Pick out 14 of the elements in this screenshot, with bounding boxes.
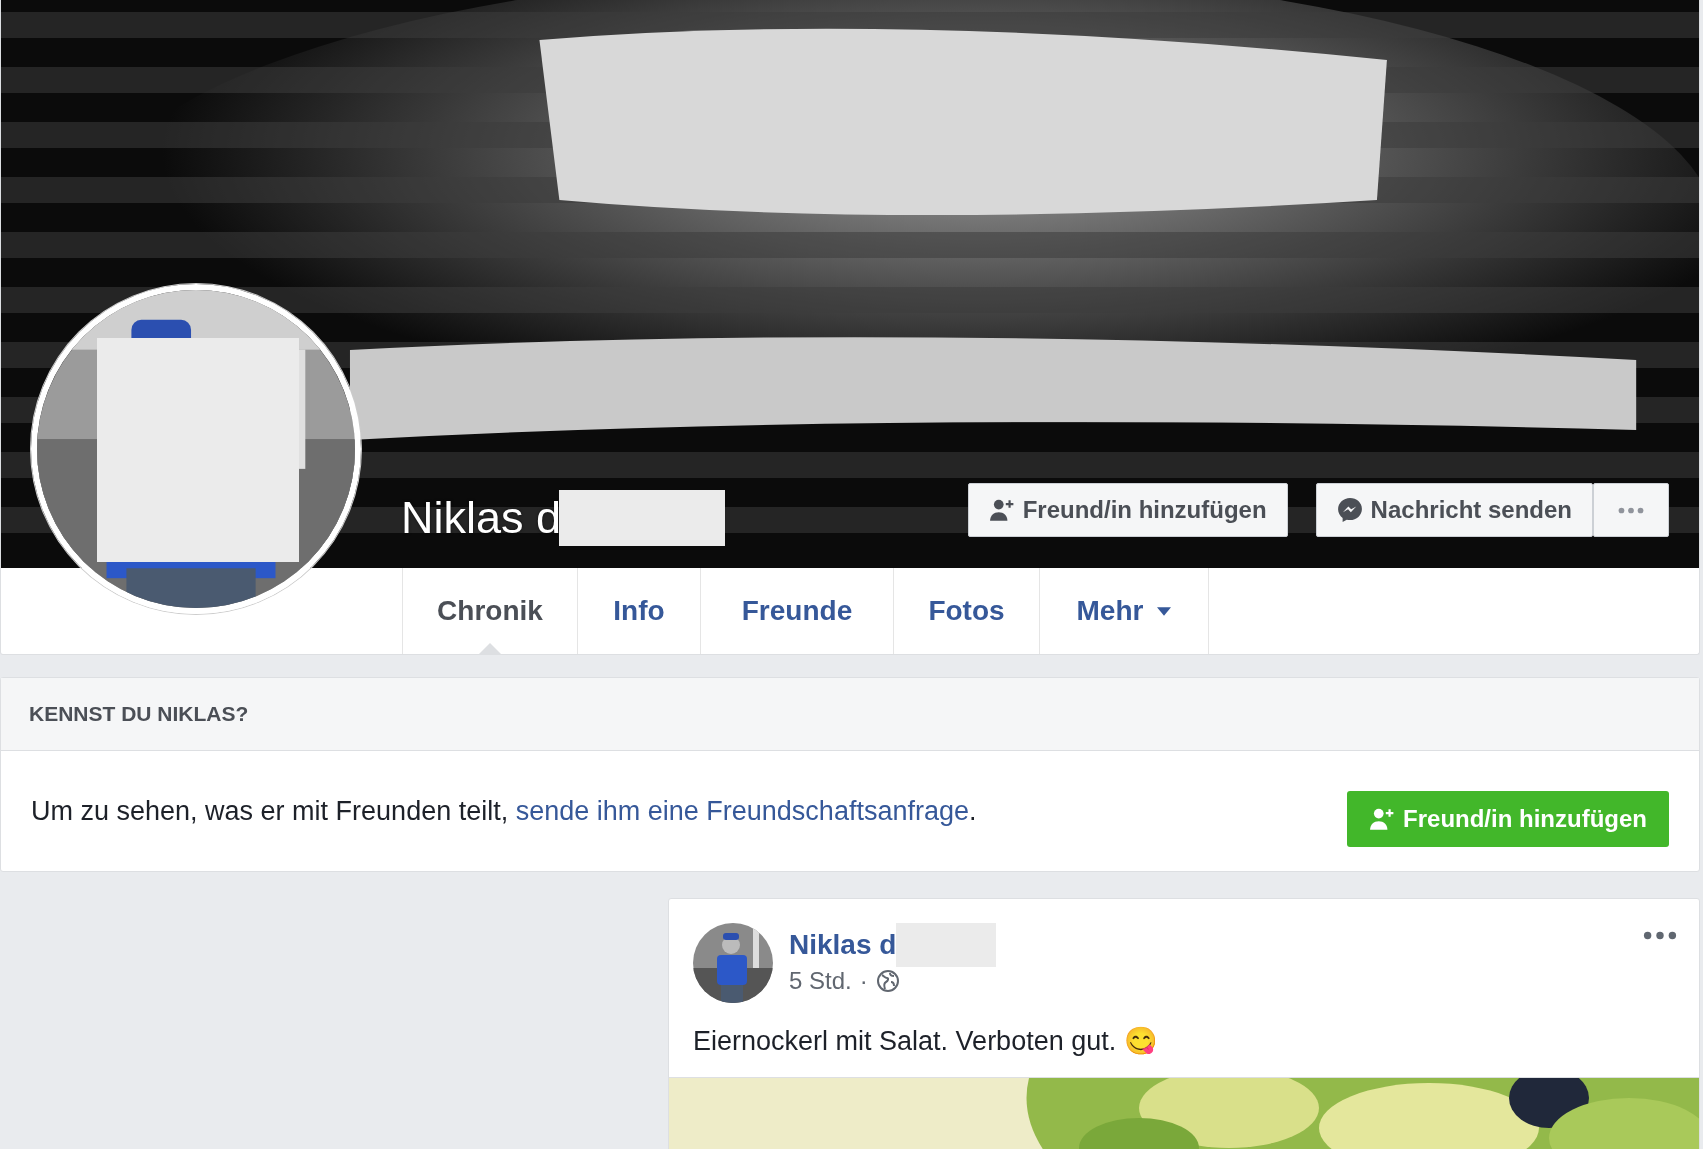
post-text: Eiernockerl mit Salat. Verboten gut. 😋	[693, 1025, 1159, 1057]
add-person-icon	[1369, 806, 1396, 832]
profile-tab[interactable]: Fotos	[894, 568, 1040, 654]
profile-tab[interactable]: Freunde	[701, 568, 894, 654]
more-icon	[1643, 931, 1677, 940]
section-title: KENNST DU NIKLAS?	[29, 702, 249, 726]
author-name[interactable]: Niklas d	[789, 929, 897, 961]
post-time[interactable]: 5 Std.	[789, 967, 852, 995]
friend-request-link[interactable]: sende ihm eine Freundschaftsanfrage	[515, 795, 969, 826]
prompt-text: Um zu sehen, was er mit Freunden teilt, sende ihm eine Freundschaftsanfrage.	[31, 795, 977, 827]
separator: ·	[859, 967, 868, 995]
profile-tab[interactable]: Info	[578, 568, 701, 654]
profile-tab[interactable]: Chronik	[403, 568, 578, 654]
profile-tab[interactable]: Mehr	[1040, 568, 1209, 654]
